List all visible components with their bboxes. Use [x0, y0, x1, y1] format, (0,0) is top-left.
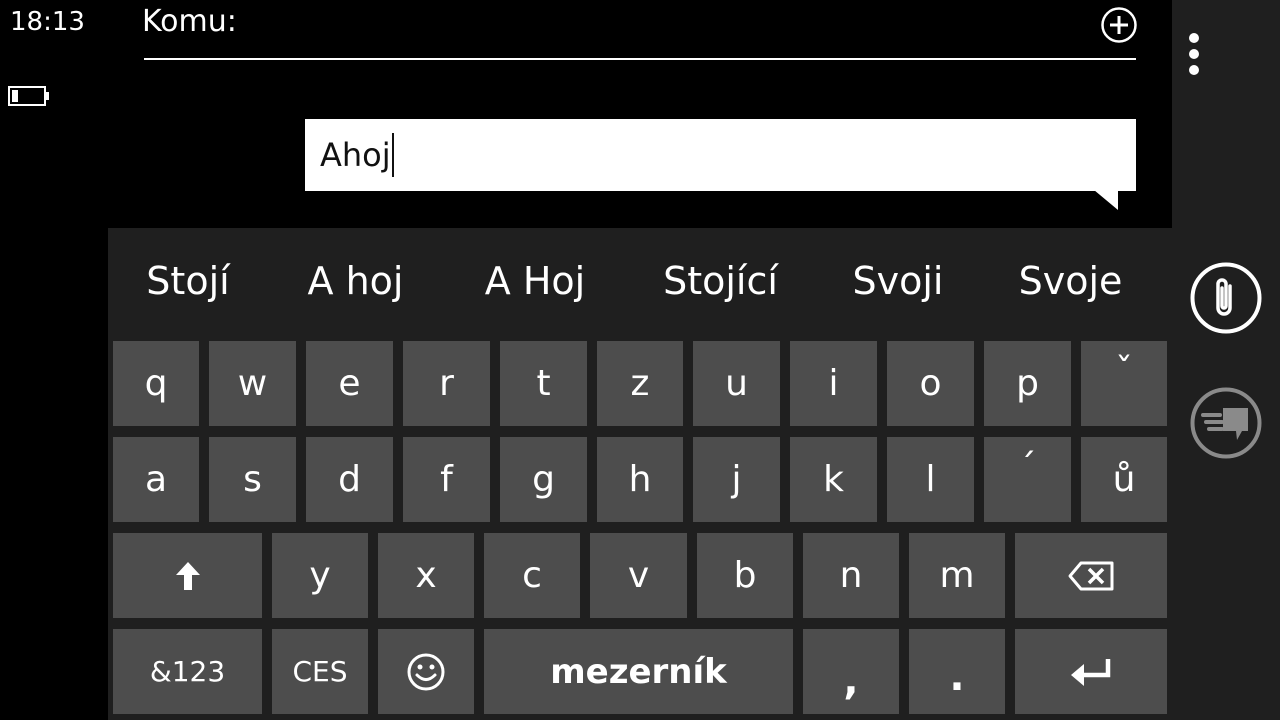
plus-circle-icon[interactable] — [1100, 6, 1138, 44]
key-f[interactable]: f — [403, 437, 490, 522]
key-caron[interactable]: ˇ — [1081, 341, 1167, 426]
key-l[interactable]: l — [887, 437, 974, 522]
key-s[interactable]: s — [209, 437, 296, 522]
message-input-text[interactable]: Ahoj — [320, 133, 394, 177]
key-u[interactable]: u — [693, 341, 780, 426]
suggestion-bar: Stojí A hoj A Hoj Stojící Svoji Svoje — [108, 228, 1172, 336]
backspace-key[interactable] — [1015, 533, 1167, 618]
paperclip-icon[interactable] — [1190, 262, 1262, 334]
key-g[interactable]: g — [500, 437, 587, 522]
suggestion-item[interactable]: Stojí — [128, 256, 248, 306]
message-input-bubble[interactable]: Ahoj — [305, 119, 1136, 191]
recipient-input-underline[interactable] — [144, 58, 1136, 60]
key-t[interactable]: t — [500, 341, 587, 426]
messaging-screen: 18:13 Komu: Ahoj Stojí A hoj A Hoj Stojí… — [0, 0, 1280, 720]
space-key[interactable]: mezerník — [484, 629, 793, 714]
comma-key[interactable]: , — [803, 629, 899, 714]
key-c[interactable]: c — [484, 533, 580, 618]
key-k[interactable]: k — [790, 437, 877, 522]
key-p[interactable]: p — [984, 341, 1071, 426]
status-clock: 18:13 — [10, 7, 85, 37]
key-z[interactable]: z — [597, 341, 683, 426]
symbols-key[interactable]: &123 — [113, 629, 262, 714]
suggestion-item[interactable]: A Hoj — [470, 256, 600, 306]
recipient-label: Komu: — [142, 4, 237, 39]
key-acute[interactable]: ´ — [984, 437, 1071, 522]
enter-key[interactable] — [1015, 629, 1167, 714]
period-key[interactable]: . — [909, 629, 1005, 714]
suggestion-item[interactable]: Stojící — [648, 256, 793, 306]
shift-arrow-icon — [175, 561, 200, 590]
key-n[interactable]: n — [803, 533, 899, 618]
key-j[interactable]: j — [693, 437, 780, 522]
suggestion-item[interactable]: Svoje — [1008, 256, 1133, 306]
key-u-ring[interactable]: ů — [1081, 437, 1167, 522]
key-a[interactable]: a — [113, 437, 199, 522]
suggestion-item[interactable]: A hoj — [293, 256, 418, 306]
speech-to-text-icon[interactable] — [1190, 387, 1262, 459]
key-h[interactable]: h — [597, 437, 683, 522]
key-d[interactable]: d — [306, 437, 393, 522]
key-o[interactable]: o — [887, 341, 974, 426]
enter-icon — [1071, 658, 1111, 686]
key-r[interactable]: r — [403, 341, 490, 426]
key-y[interactable]: y — [272, 533, 368, 618]
key-w[interactable]: w — [209, 341, 296, 426]
suggestion-item[interactable]: Svoji — [843, 256, 953, 306]
key-b[interactable]: b — [697, 533, 793, 618]
bubble-tail — [1094, 190, 1118, 210]
key-x[interactable]: x — [378, 533, 474, 618]
key-i[interactable]: i — [790, 341, 877, 426]
backspace-icon — [1068, 561, 1114, 590]
key-v[interactable]: v — [590, 533, 687, 618]
battery-icon — [8, 86, 49, 106]
key-e[interactable]: e — [306, 341, 393, 426]
on-screen-keyboard: Stojí A hoj A Hoj Stojící Svoji Svoje q … — [108, 228, 1172, 720]
key-q[interactable]: q — [113, 341, 199, 426]
app-bar — [1172, 0, 1280, 720]
shift-key[interactable] — [113, 533, 262, 618]
language-key[interactable]: CES — [272, 629, 368, 714]
emoji-key[interactable] — [378, 629, 474, 714]
key-m[interactable]: m — [909, 533, 1005, 618]
ellipsis-vertical-icon[interactable] — [1182, 30, 1206, 82]
smiley-icon — [407, 653, 445, 690]
